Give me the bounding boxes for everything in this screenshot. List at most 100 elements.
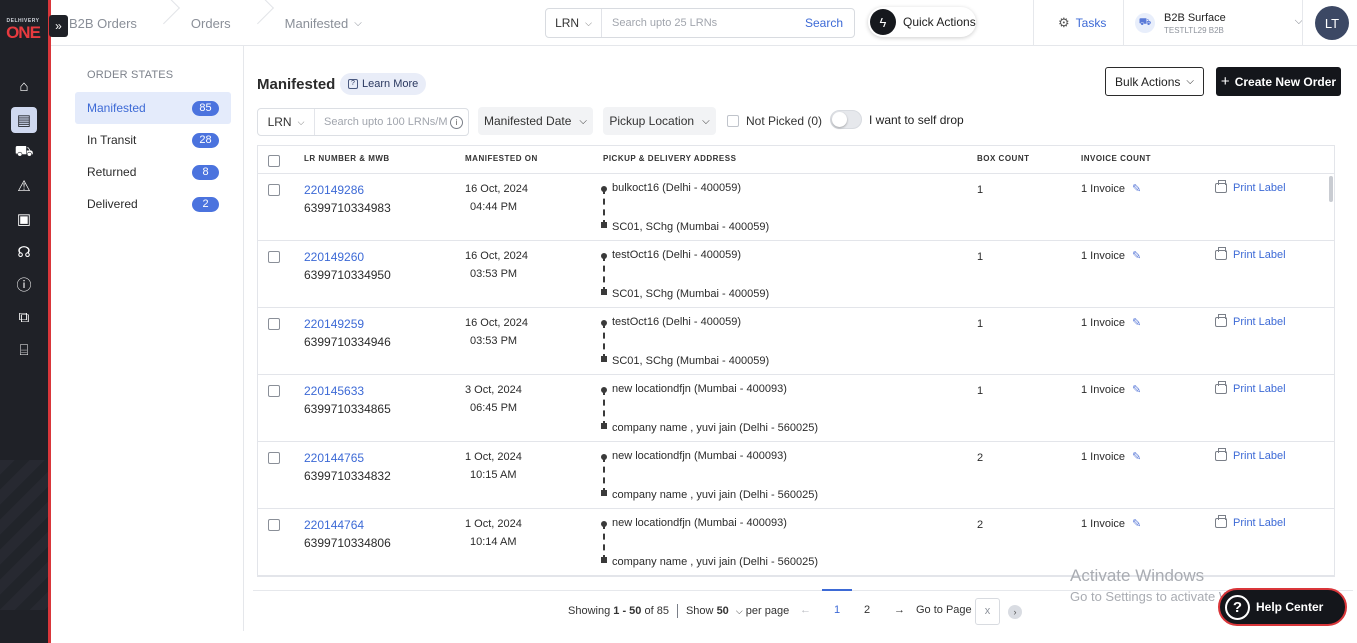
page-size-select[interactable]: 50 ⌵: [717, 605, 743, 617]
box-count: 1: [977, 184, 984, 196]
rail-info[interactable]: ⓘ: [0, 268, 48, 301]
go-to-page-label: Go to Page: [916, 604, 972, 616]
pencil-icon[interactable]: ✎: [1132, 249, 1141, 262]
lrn-link[interactable]: 220144765: [304, 451, 364, 465]
rail-shipments[interactable]: ⛟: [0, 136, 48, 169]
info-icon[interactable]: i: [450, 115, 463, 129]
delivery-square-icon: [601, 289, 607, 295]
page-2-button[interactable]: 2: [864, 604, 870, 616]
state-count-badge: 2: [192, 196, 219, 212]
print-label-button[interactable]: Print Label: [1215, 314, 1286, 328]
lrn-link[interactable]: 220149259: [304, 317, 364, 331]
print-label-button[interactable]: Print Label: [1215, 247, 1286, 261]
bulk-actions-button[interactable]: Bulk Actions ⌵: [1105, 67, 1204, 96]
not-picked-label: Not Picked (0): [746, 114, 823, 128]
lrn-link[interactable]: 220145633: [304, 384, 364, 398]
lrn-link[interactable]: 220149260: [304, 250, 364, 264]
toggle-knob: [832, 112, 847, 127]
print-label-button[interactable]: Print Label: [1215, 515, 1286, 529]
manifested-date: 16 Oct, 2024: [465, 317, 528, 329]
print-label-button[interactable]: Print Label: [1215, 381, 1286, 395]
search-type-select[interactable]: LRN ⌵: [546, 9, 602, 37]
row-checkbox[interactable]: [268, 184, 280, 196]
rail-orders[interactable]: ▤: [0, 103, 48, 136]
next-page-arrow-icon[interactable]: →: [894, 604, 905, 616]
showing-total: 85: [656, 605, 669, 617]
row-checkbox[interactable]: [268, 385, 280, 397]
learn-more-button[interactable]: ? Learn More: [340, 73, 427, 95]
state-returned[interactable]: Returned 8: [75, 156, 231, 188]
pencil-icon[interactable]: ✎: [1132, 450, 1141, 463]
quick-actions-button[interactable]: ϟ Quick Actions: [868, 7, 976, 37]
print-label-text: Print Label: [1233, 182, 1286, 194]
row-checkbox[interactable]: [268, 519, 280, 531]
chevron-down-icon: ⌵: [579, 115, 587, 127]
state-manifested[interactable]: Manifested 85: [75, 92, 231, 124]
row-checkbox[interactable]: [268, 452, 280, 464]
not-picked-filter[interactable]: Not Picked (0): [727, 114, 822, 128]
delivery-address: SC01, SChg (Mumbai - 400059): [612, 288, 770, 300]
table-row: 220149260 6399710334950 16 Oct, 2024 03:…: [258, 241, 1334, 308]
not-picked-checkbox[interactable]: [727, 115, 739, 127]
self-drop-toggle[interactable]: [830, 110, 862, 129]
lrn-link[interactable]: 220144764: [304, 518, 364, 532]
print-label-button[interactable]: Print Label: [1215, 180, 1286, 194]
tasks-button[interactable]: ⚙ Tasks: [1058, 0, 1106, 46]
pencil-icon[interactable]: ✎: [1132, 517, 1141, 530]
breadcrumb-b2b-orders[interactable]: B2B Orders: [69, 16, 157, 31]
brand-logo[interactable]: DELHIVERY ONE: [6, 18, 41, 41]
rail-home[interactable]: ⌂: [0, 70, 48, 103]
chevron-down-icon: ⌵: [585, 17, 592, 28]
lrn-link[interactable]: 220149286: [304, 183, 364, 197]
rail-warehouse[interactable]: ⌸: [0, 334, 48, 367]
per-page-label: per page: [745, 605, 790, 617]
row-checkbox[interactable]: [268, 318, 280, 330]
create-new-order-button[interactable]: + Create New Order: [1216, 67, 1341, 96]
pencil-icon[interactable]: ✎: [1132, 316, 1141, 329]
rail-expand-button[interactable]: »: [49, 15, 68, 37]
divider: [1302, 0, 1303, 46]
select-all-checkbox[interactable]: [268, 155, 280, 167]
state-in-transit[interactable]: In Transit 28: [75, 124, 231, 156]
print-label-text: Print Label: [1233, 249, 1286, 261]
avatar[interactable]: LT: [1315, 6, 1349, 40]
row-checkbox[interactable]: [268, 251, 280, 263]
search-button[interactable]: Search: [794, 16, 854, 30]
manifested-time: 10:15 AM: [470, 469, 517, 481]
rail-payments[interactable]: ▣: [0, 202, 48, 235]
pencil-icon[interactable]: ✎: [1132, 182, 1141, 195]
rail-support[interactable]: ☊: [0, 235, 48, 268]
breadcrumb: B2B Orders Orders Manifested ⌵: [69, 0, 382, 46]
go-to-page-input[interactable]: x: [975, 598, 1000, 625]
go-arrow-icon[interactable]: ›: [1008, 605, 1022, 619]
help-center-button[interactable]: ? Help Center: [1218, 588, 1347, 626]
plus-icon: +: [1220, 73, 1230, 90]
invoice-count: 1 Invoice ✎: [1081, 182, 1141, 196]
pencil-icon[interactable]: ✎: [1132, 383, 1141, 396]
page-1-button[interactable]: 1: [834, 604, 840, 616]
pickup-location-dropdown[interactable]: Pickup Location ⌵: [603, 107, 716, 135]
help-center-label: Help Center: [1256, 600, 1324, 614]
order-states-title: ORDER STATES: [87, 69, 174, 81]
breadcrumb-manifested[interactable]: Manifested ⌵: [285, 16, 382, 31]
double-chevron-right-icon: »: [55, 19, 62, 33]
lrn-filter-input[interactable]: [315, 109, 450, 135]
table-scrollbar[interactable]: [1329, 176, 1333, 202]
print-label-text: Print Label: [1233, 383, 1286, 395]
lrn-filter-type-select[interactable]: LRN ⌵: [258, 109, 315, 135]
rail-apps[interactable]: ⧉: [0, 301, 48, 334]
print-label-text: Print Label: [1233, 517, 1286, 529]
rail-exceptions[interactable]: ⚠: [0, 169, 48, 202]
showing-prefix: Showing: [568, 605, 611, 617]
prev-page-arrow-icon[interactable]: ←: [800, 604, 811, 616]
search-input[interactable]: [602, 9, 794, 37]
breadcrumb-orders[interactable]: Orders: [191, 16, 251, 31]
state-delivered[interactable]: Delivered 2: [75, 188, 231, 220]
manifested-date-dropdown[interactable]: Manifested Date ⌵: [478, 107, 593, 135]
print-label-button[interactable]: Print Label: [1215, 448, 1286, 462]
apps-icon: ⧉: [18, 309, 30, 326]
state-label: Returned: [87, 165, 137, 179]
route-line: [603, 456, 605, 494]
manifested-time: 10:14 AM: [470, 536, 517, 548]
account-switcher[interactable]: ⛟ B2B Surface TESTLTL29 B2B ⌵: [1135, 7, 1303, 39]
